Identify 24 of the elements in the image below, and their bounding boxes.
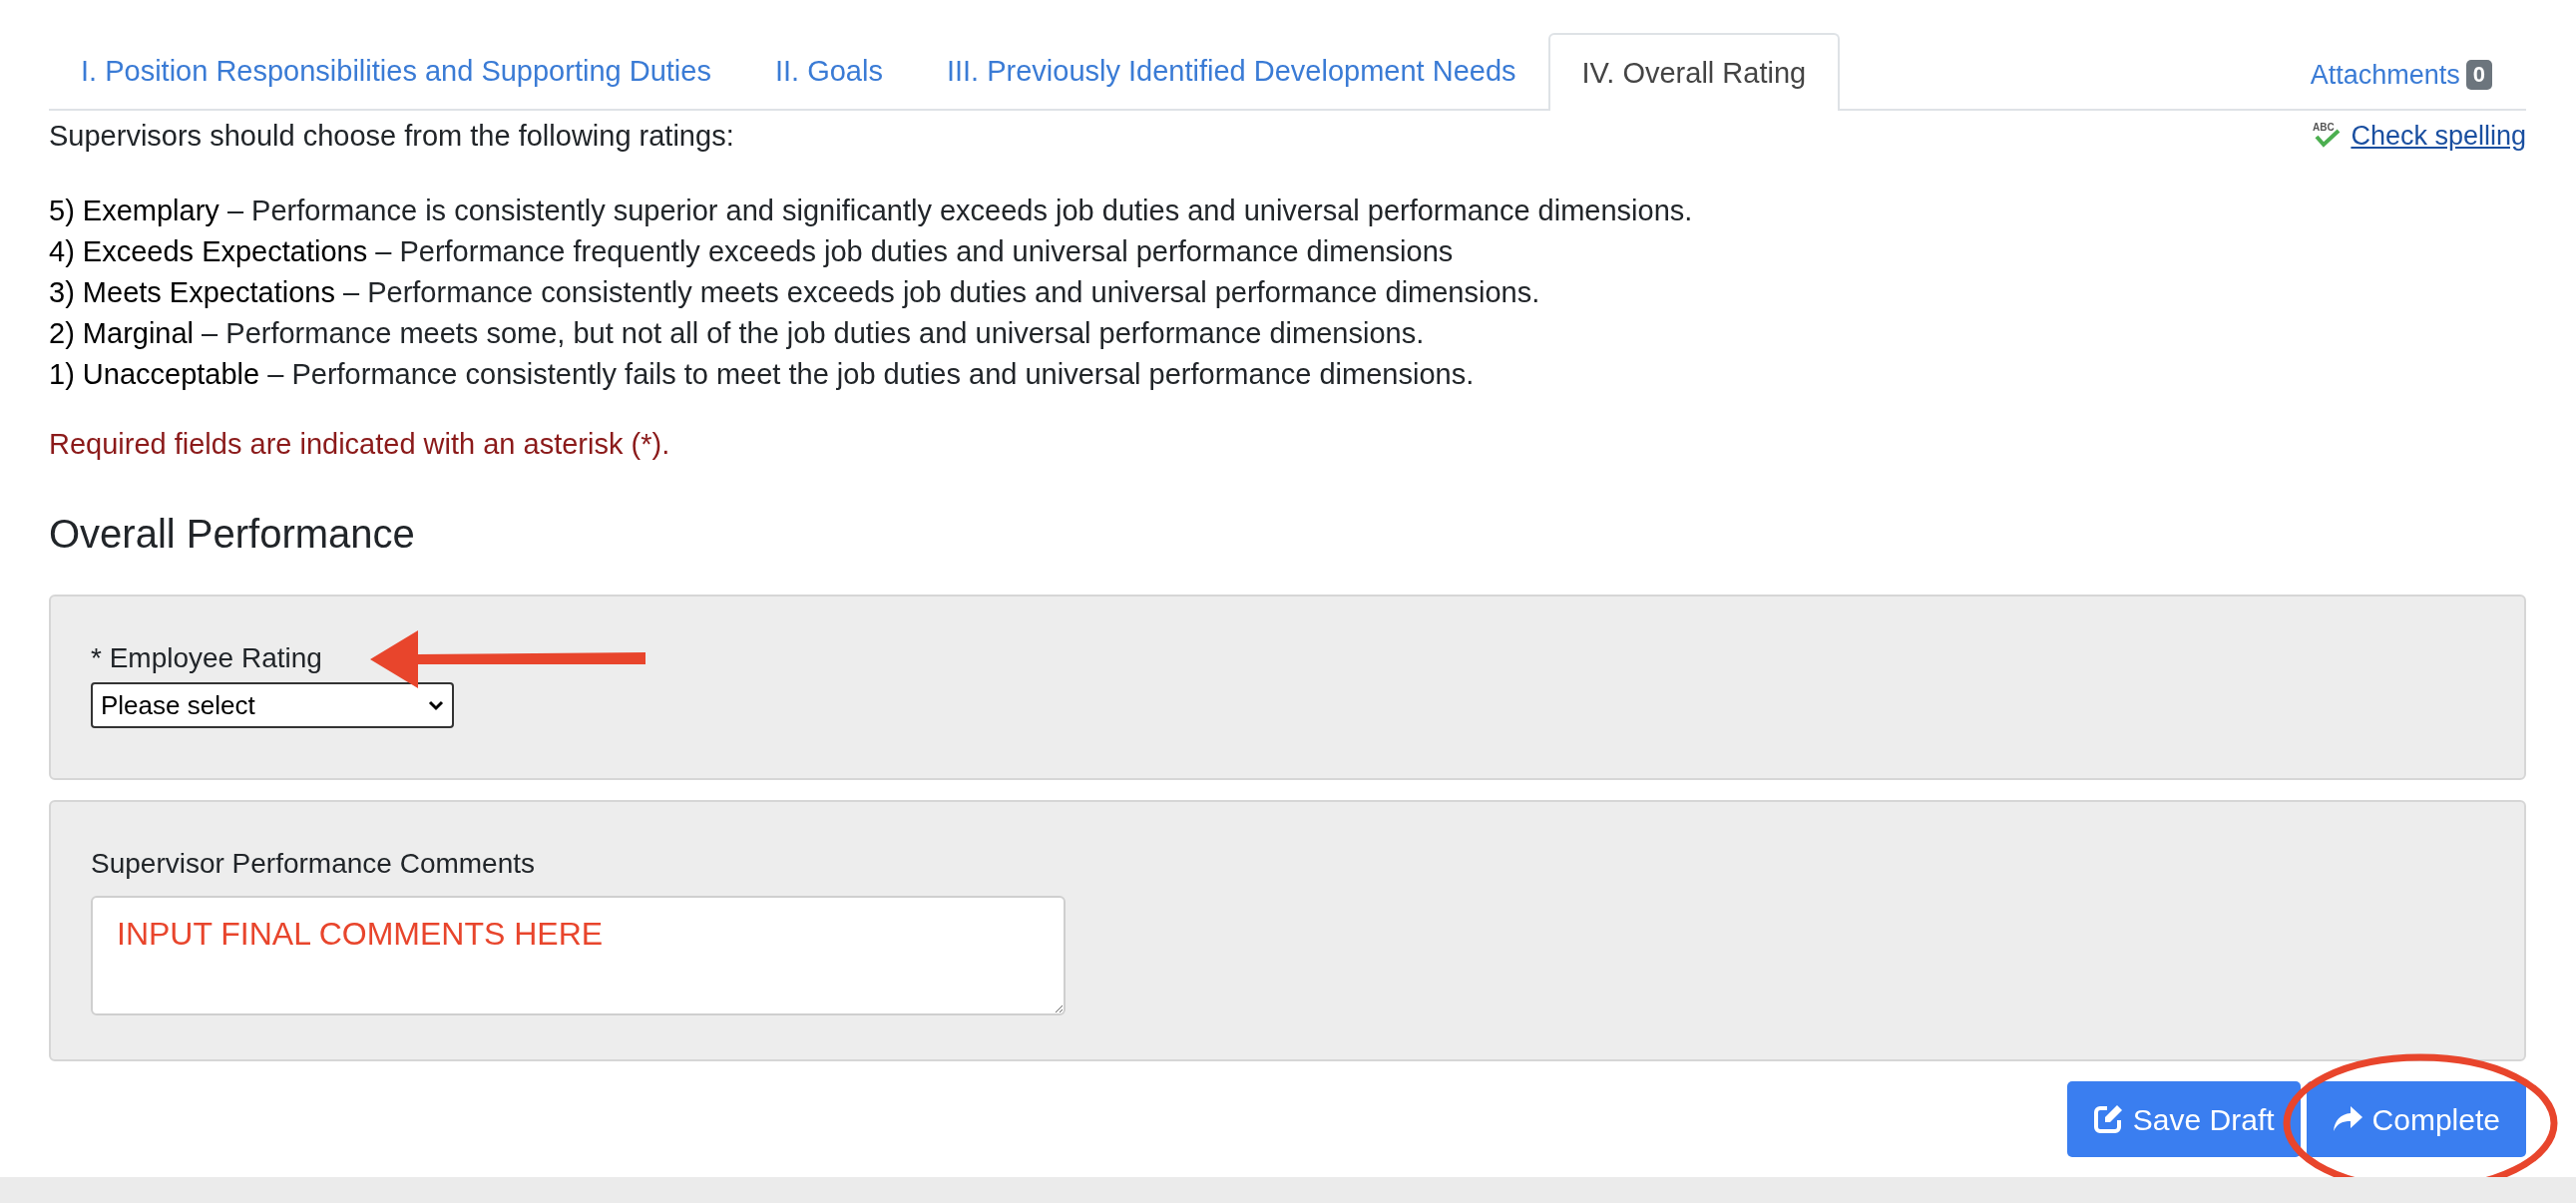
tab[interactable]: IV. Overall Rating — [1547, 33, 1841, 111]
intro-text: Supervisors should choose from the following ratings: — [49, 119, 734, 154]
required-note: Required fields are indicated with an asterisk (*). — [49, 427, 671, 462]
edit-icon — [2092, 1104, 2123, 1134]
attachments-link[interactable]: Attachments 0 — [2310, 54, 2492, 95]
share-arrow-icon — [2332, 1106, 2362, 1132]
save-draft-button[interactable]: Save Draft — [2066, 1081, 2301, 1157]
count-badge: 0 — [2465, 59, 2492, 90]
check-spelling-link[interactable]: Check spelling — [2351, 117, 2526, 155]
chevron-down-icon — [428, 699, 444, 711]
rating-description: 1) Unacceptable – Performance consistently fails to meet the job duties and universal performance dimensions. — [49, 357, 1476, 392]
comments-textarea[interactable]: INPUT FINAL COMMENTS HERE — [91, 896, 1066, 1015]
rating-description: 5) Exemplary – Performance is consistently superior and significantly exceeds job duties and universal performance dimensions. — [49, 194, 1694, 228]
tab[interactable]: III. Previously Identified Development Needs — [914, 33, 1548, 109]
tab[interactable]: II. Goals — [742, 33, 915, 109]
rating-dropdown[interactable]: Please select — [91, 682, 454, 728]
section-heading: Overall Performance — [49, 511, 416, 558]
tab[interactable]: I. Position Responsibilities and Supporting Duties — [49, 33, 743, 109]
field-label: * Employee Rating — [91, 641, 322, 675]
rating-description: 2) Marginal – Performance meets some, but not all of the job duties and universal performance dimensions. — [49, 316, 1426, 351]
field-label: Supervisor Performance Comments — [91, 847, 536, 881]
rating-description: 3) Meets Expectations – Performance consistently meets exceeds job duties and universal performance dimensions. — [49, 275, 1541, 310]
complete-button[interactable]: Complete — [2306, 1081, 2526, 1157]
rating-description: 4) Exceeds Expectations – Performance frequently exceeds job duties and universal performance dimensions — [49, 234, 1455, 269]
